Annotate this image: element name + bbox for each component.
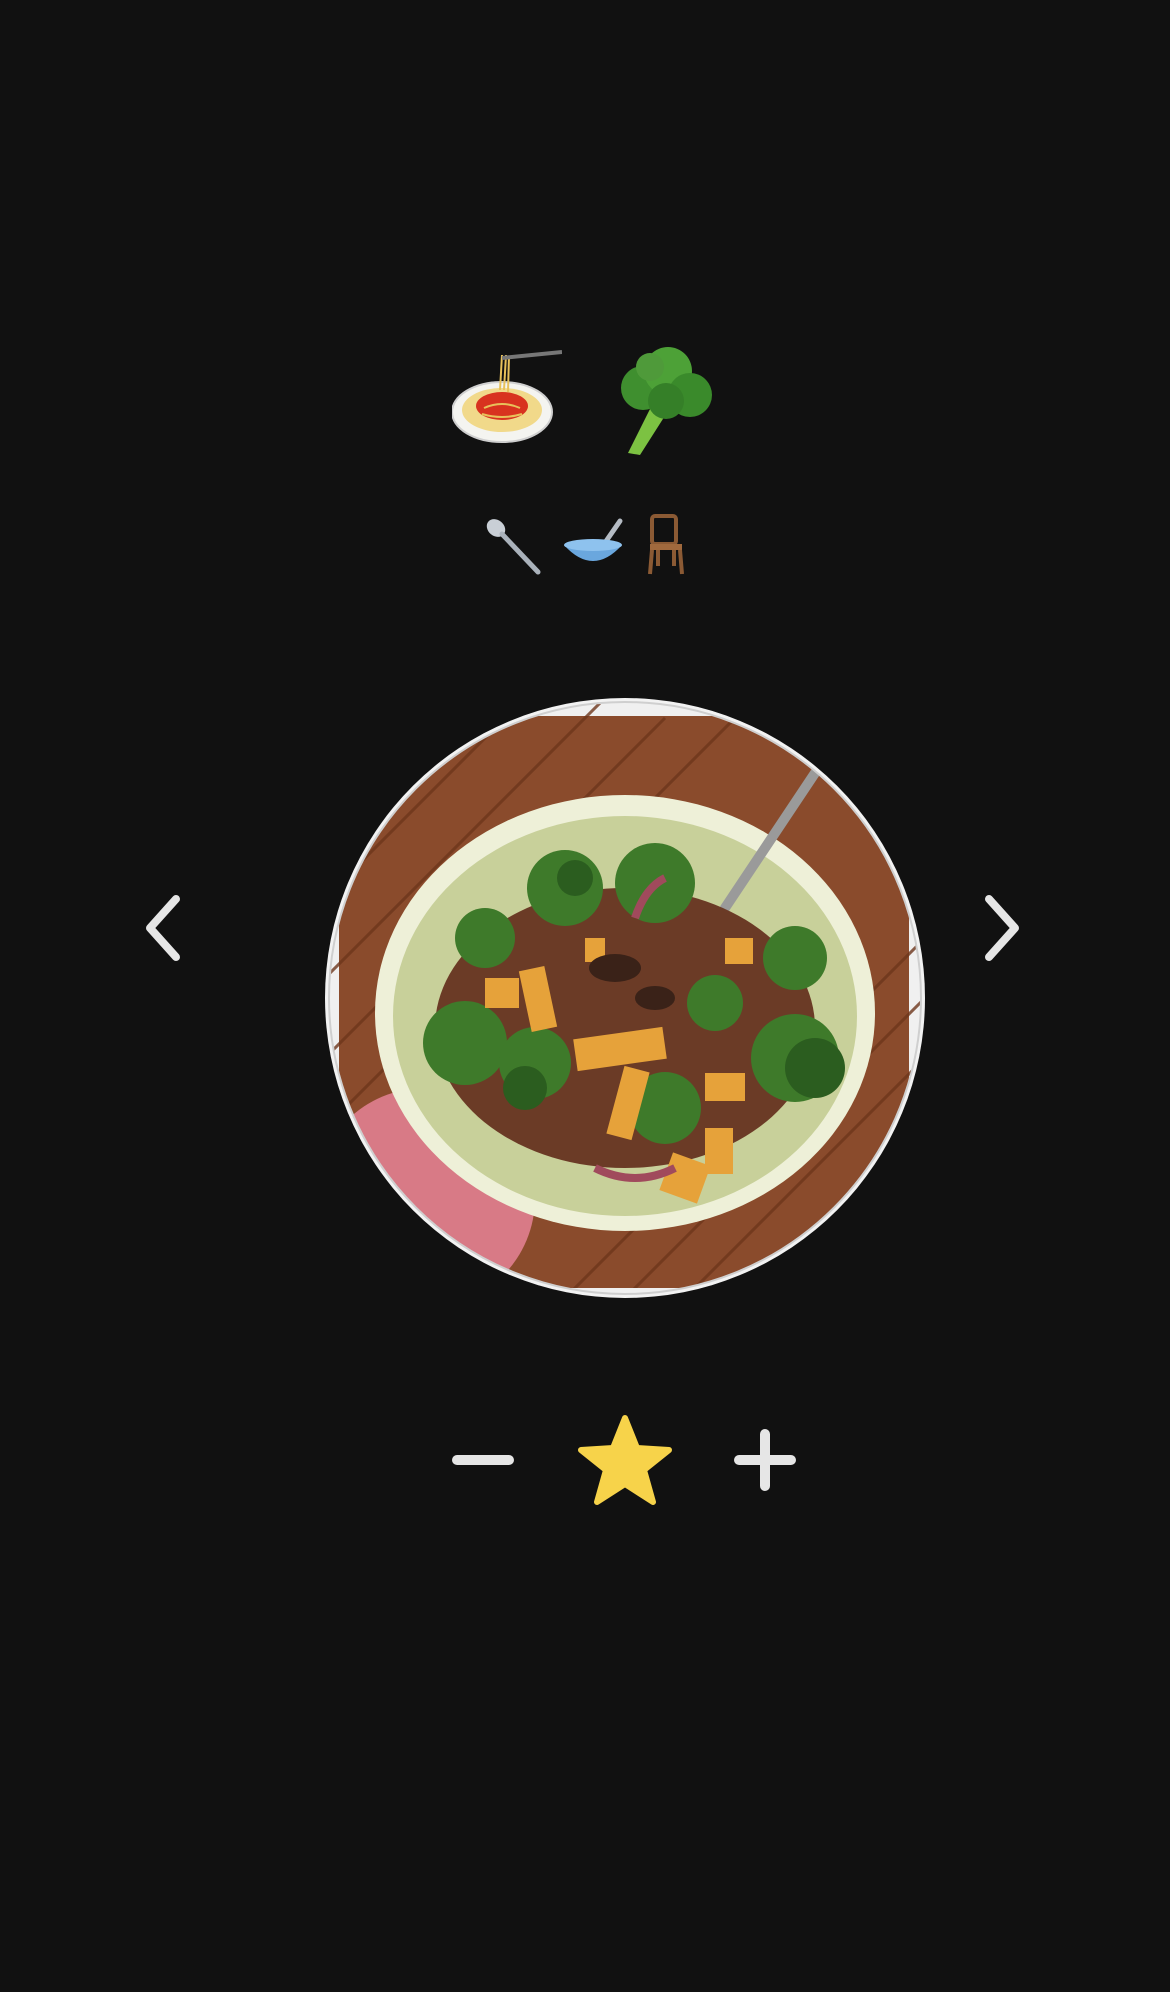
bowl-with-spoon-emoji-icon [562,517,624,573]
emoji-row-large [0,330,1170,470]
chair-emoji-icon [644,514,688,576]
plus-icon [734,1429,796,1491]
chevron-left-icon [146,895,180,961]
food-photo[interactable] [325,698,925,1298]
spoon-emoji-icon [482,514,542,576]
next-button[interactable] [970,888,1030,968]
chevron-right-icon [985,895,1019,961]
favorite-star-button[interactable] [575,1410,675,1510]
minus-icon [452,1455,514,1465]
decrement-button[interactable] [435,1410,535,1510]
rating-controls [0,1410,1170,1510]
emoji-row-small [0,505,1170,585]
star-icon [578,1415,672,1505]
increment-button[interactable] [715,1410,815,1510]
food-bowl-image [328,701,922,1295]
spaghetti-emoji-icon [452,350,562,450]
previous-button[interactable] [135,888,195,968]
broccoli-emoji-icon [598,343,718,458]
